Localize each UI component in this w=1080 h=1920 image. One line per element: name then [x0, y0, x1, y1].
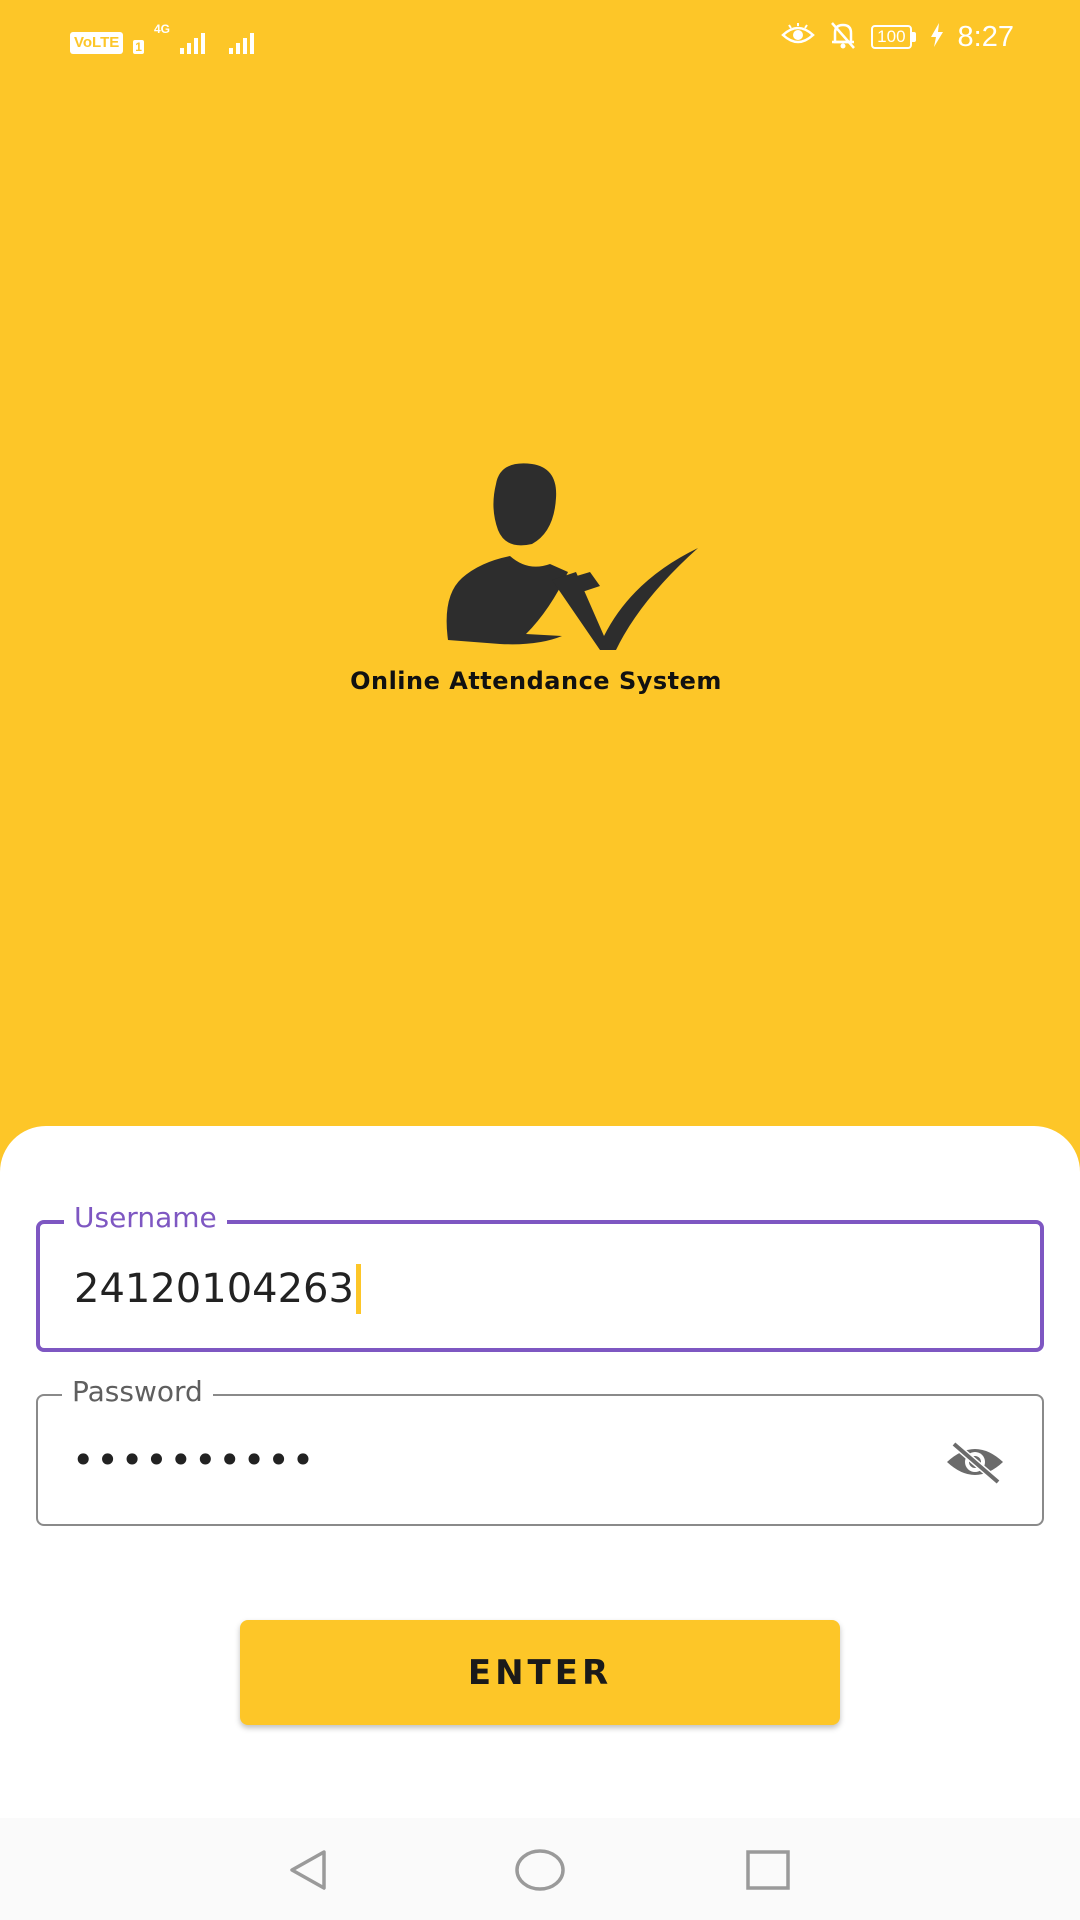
navigation-bar: [0, 1818, 1080, 1920]
charging-icon: [930, 23, 944, 51]
clock: 8:27: [957, 20, 1014, 53]
volte-indicator: VoLTE: [70, 32, 124, 54]
status-bar-right: 100 8:27: [781, 18, 1014, 56]
password-label: Password: [62, 1374, 213, 1410]
password-value: ••••••••••: [72, 1438, 317, 1482]
enter-button[interactable]: ENTER: [240, 1620, 840, 1725]
status-bar: VoLTE 1 4G 100 8:27: [0, 0, 1080, 75]
battery-icon: 100: [871, 25, 916, 49]
visibility-off-icon[interactable]: [940, 1436, 1010, 1488]
user-checkmark-icon: [440, 460, 700, 650]
password-input[interactable]: ••••••••••: [72, 1436, 316, 1484]
status-bar-left: VoLTE 1 4G: [70, 20, 254, 54]
battery-level: 100: [871, 25, 912, 49]
username-label: Username: [64, 1200, 227, 1236]
sim-number: 1: [133, 40, 144, 54]
username-value: 24120104263: [74, 1266, 354, 1312]
signal-strength-icon: [228, 30, 254, 54]
text-cursor: [355, 1264, 361, 1314]
network-type: 4G: [153, 22, 170, 36]
home-icon[interactable]: [510, 1840, 570, 1900]
password-field[interactable]: Password ••••••••••: [36, 1374, 1044, 1526]
back-icon[interactable]: [278, 1840, 338, 1900]
eye-comfort-icon: [781, 23, 816, 51]
notifications-off-icon: [829, 20, 857, 54]
username-input[interactable]: 24120104263: [74, 1264, 361, 1314]
signal-strength-icon: [179, 30, 205, 54]
recents-icon[interactable]: [738, 1840, 798, 1900]
username-field[interactable]: Username 24120104263: [36, 1200, 1044, 1352]
app-title: Online Attendance System: [350, 667, 722, 695]
